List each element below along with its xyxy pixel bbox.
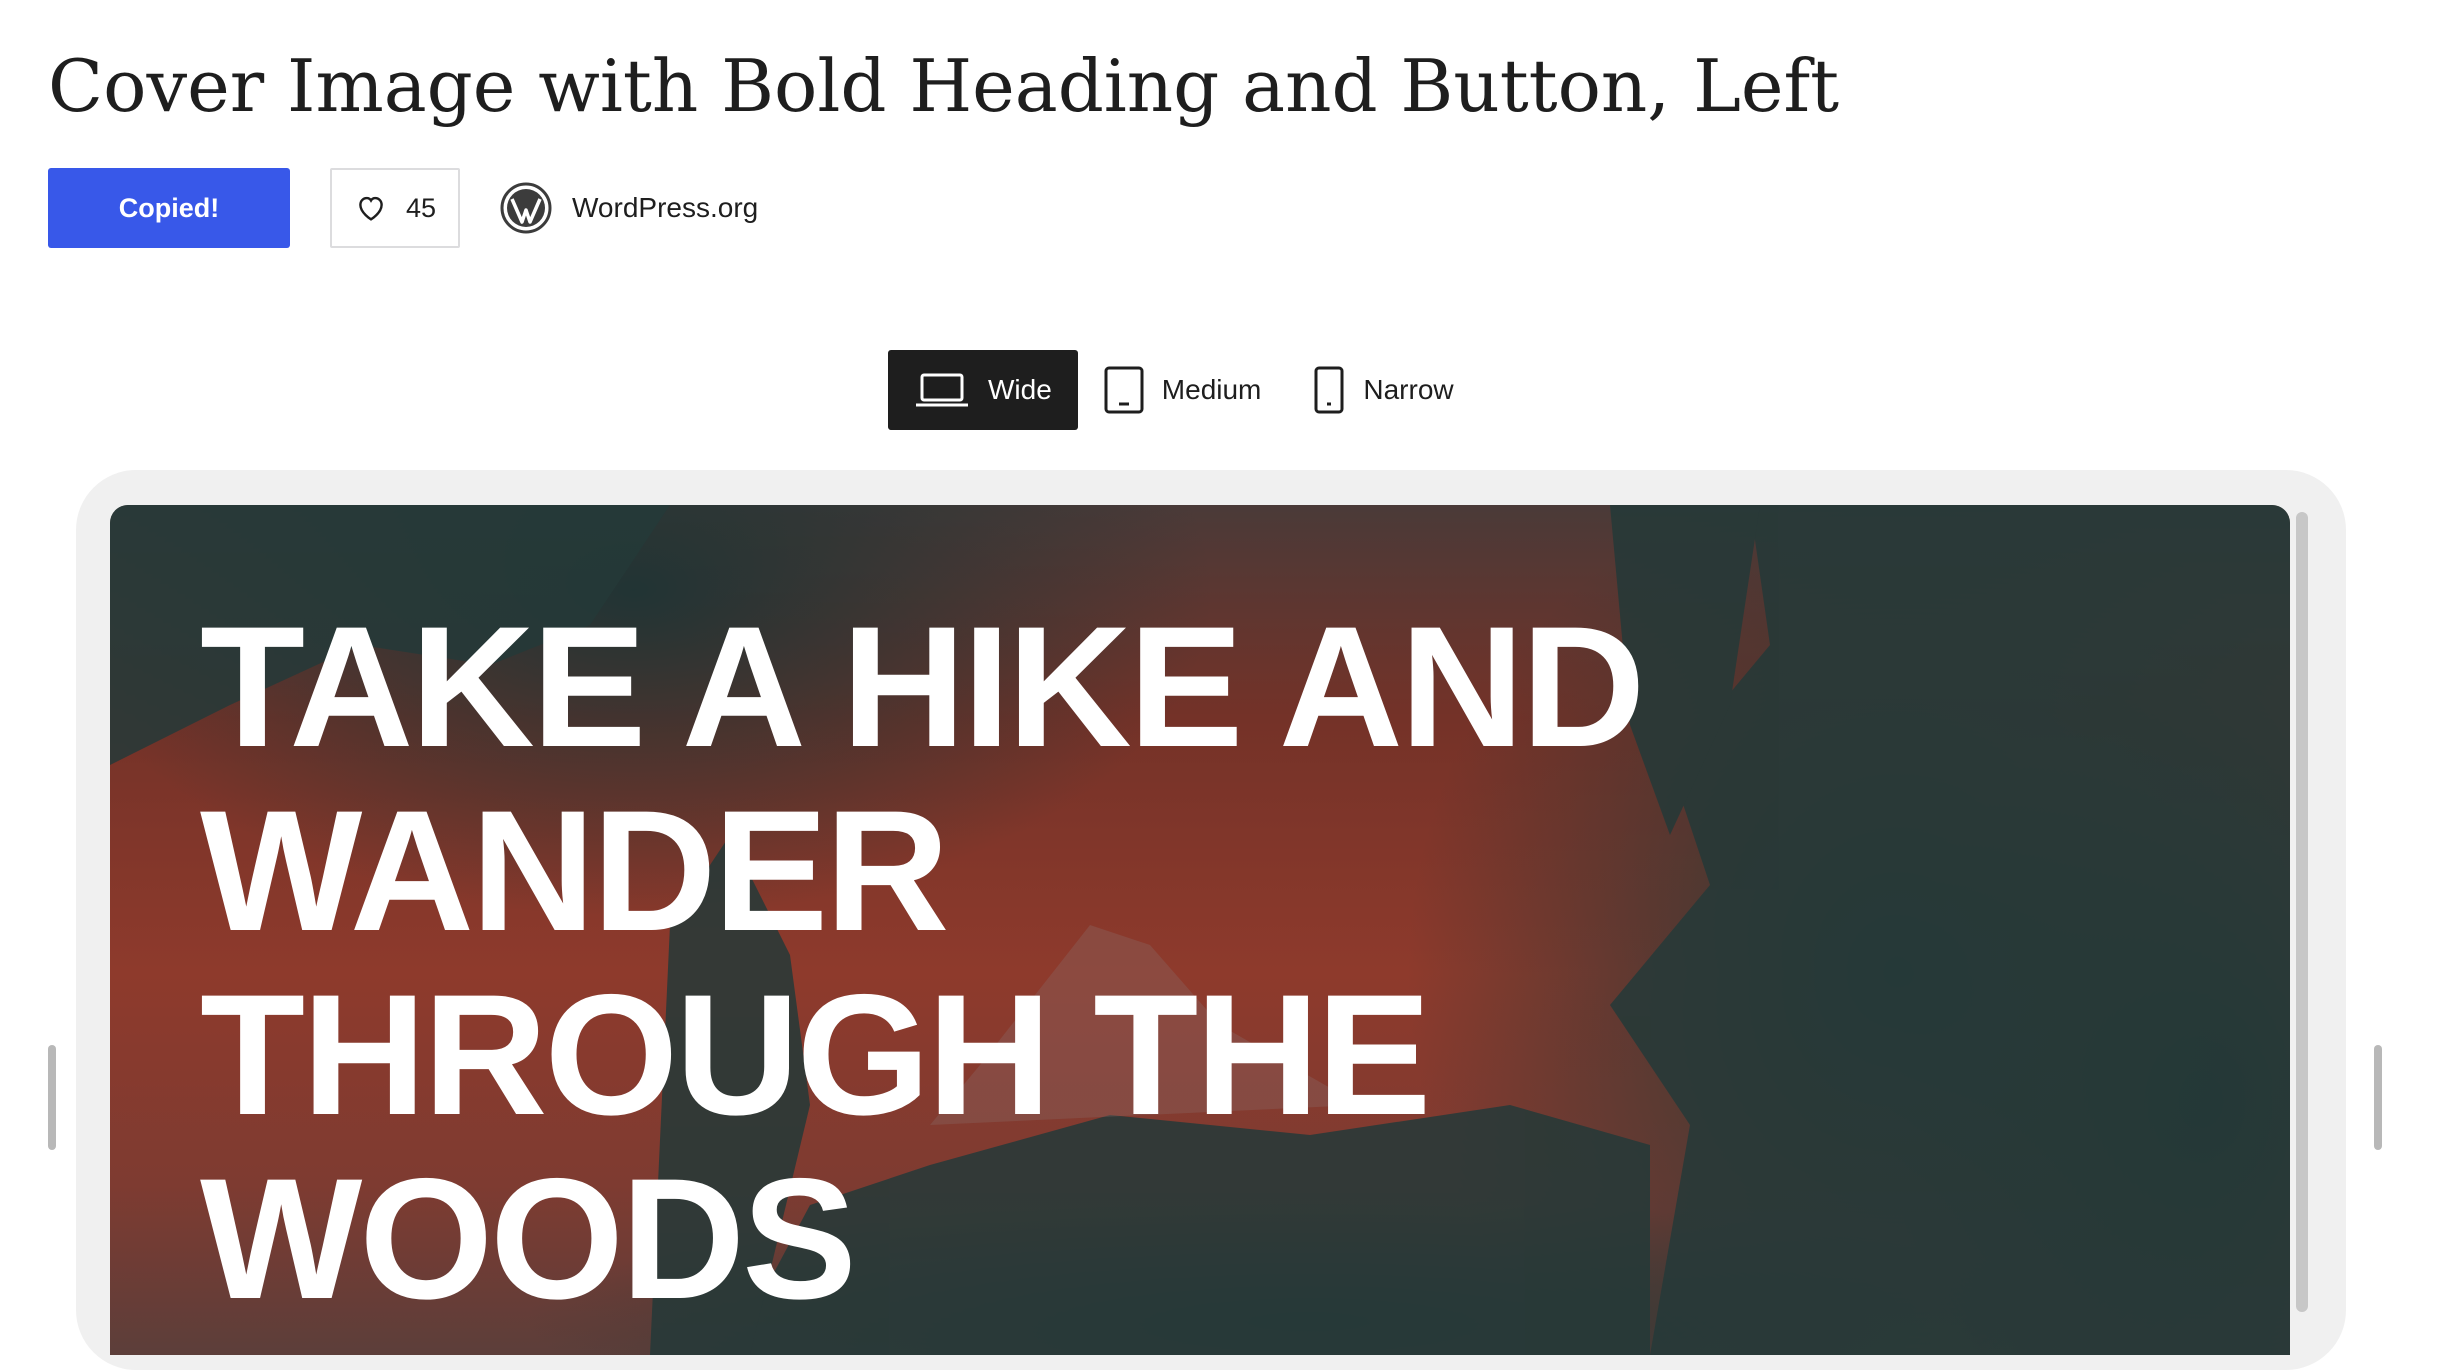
like-button[interactable]: 45 [330, 168, 460, 248]
author-name: WordPress.org [572, 192, 759, 223]
wordpress-logo-icon [500, 182, 552, 234]
tablet-icon [1104, 366, 1144, 414]
resize-handle-left[interactable] [48, 1045, 56, 1150]
viewport-medium-label: Medium [1161, 374, 1262, 405]
like-count: 45 [405, 192, 437, 223]
author-link[interactable]: WordPress.org [500, 182, 758, 234]
copy-pattern-button[interactable]: Copied! [48, 168, 290, 248]
viewport-wide-label: Wide [988, 374, 1052, 405]
heart-icon [359, 196, 383, 221]
preview-scrollbar[interactable] [2296, 512, 2308, 1312]
viewport-switcher: Wide Medium Narrow [888, 350, 1480, 430]
viewport-medium-button[interactable]: Medium [1078, 350, 1288, 430]
viewport-narrow-label: Narrow [1363, 374, 1454, 405]
mobile-icon [1314, 366, 1344, 414]
laptop-icon [916, 373, 968, 407]
page-title: Cover Image with Bold Heading and Button… [48, 44, 1840, 128]
cover-heading: TAKE A HIKE AND WANDER THROUGH THE WOODS [200, 591, 1645, 1335]
viewport-wide-button[interactable]: Wide [888, 350, 1078, 430]
resize-handle-right[interactable] [2374, 1045, 2382, 1150]
viewport-narrow-button[interactable]: Narrow [1287, 350, 1479, 430]
pattern-preview: TAKE A HIKE AND WANDER THROUGH THE WOODS [110, 505, 2290, 1355]
